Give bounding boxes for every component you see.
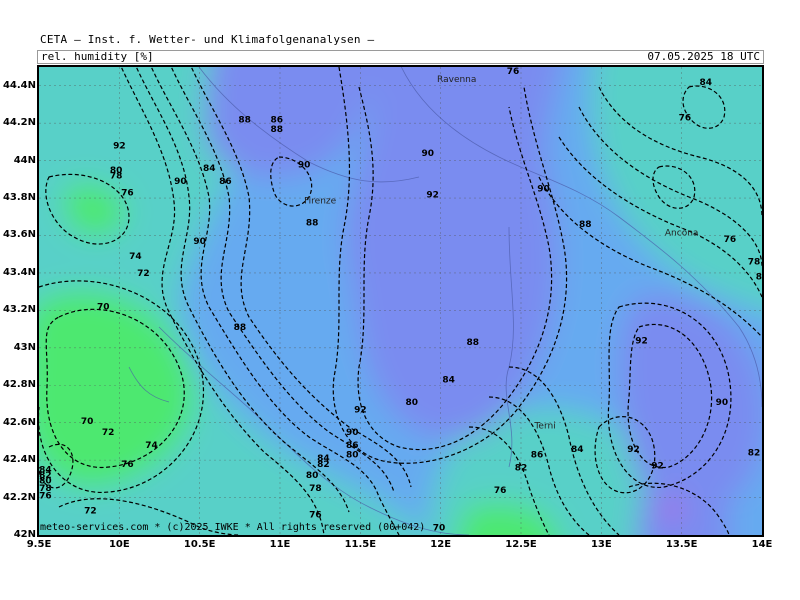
contour-label-88: 88 — [579, 220, 592, 230]
city-label-firenze: Firenze — [304, 197, 336, 207]
contour-label-80: 80 — [756, 273, 762, 283]
contour-label-86: 86 — [219, 177, 232, 187]
contour-label-92: 92 — [635, 336, 648, 346]
source-title: CETA — Inst. f. Wetter- und Klimafolgena… — [40, 33, 375, 46]
contour-label-80: 80 — [346, 451, 359, 461]
lon-tick-label: 10E — [108, 539, 130, 550]
contour-label-88: 88 — [238, 115, 251, 125]
lat-tick-label: 42.2N — [2, 491, 36, 503]
contour-label-84: 84 — [571, 445, 584, 455]
info-bar: rel. humidity [%] 07.05.2025 18 UTC — [37, 50, 764, 64]
contour-label-90: 90 — [298, 160, 311, 170]
contour-label-78: 78 — [309, 484, 322, 494]
valid-time: 07.05.2025 18 UTC — [647, 50, 760, 63]
contour-label-74: 74 — [129, 252, 142, 262]
contour-label-72: 72 — [102, 428, 115, 438]
lat-tick-label: 44.4N — [2, 79, 36, 91]
lat-tick-label: 43.8N — [2, 192, 36, 204]
contour-label-90: 90 — [422, 149, 435, 159]
contour-label-82: 82 — [515, 464, 528, 474]
contour-label-92: 92 — [627, 445, 640, 455]
lon-tick-label: 11E — [269, 539, 291, 550]
contour-label-82: 82 — [317, 460, 330, 470]
contour-label-76: 76 — [724, 235, 737, 245]
contour-label-76: 76 — [494, 486, 507, 496]
city-label-ancona: Ancona — [665, 228, 699, 238]
lat-tick-label: 44N — [13, 154, 36, 166]
contour-label-76: 76 — [121, 460, 134, 470]
contour-label-72: 72 — [84, 507, 97, 517]
lon-tick-label: 11.5E — [344, 539, 377, 550]
lon-tick-label: 12.5E — [505, 539, 537, 550]
contour-label-84: 84 — [700, 78, 713, 88]
contour-label-76: 76 — [309, 510, 322, 520]
lat-tick-label: 42.4N — [2, 454, 36, 466]
lat-tick-label: 43.2N — [2, 304, 36, 316]
lat-tick-label: 43N — [13, 341, 36, 353]
humidity-map[interactable]: 76 84 76 88 86 88 92 90 90 80 78 84 86 90 76 90 92 88 88 76… — [37, 65, 764, 537]
city-label-ravenna: Ravenna — [437, 75, 476, 85]
contour-label-76: 76 — [39, 492, 52, 502]
contour-label-92: 92 — [113, 142, 126, 152]
contour-label-88: 88 — [271, 125, 284, 135]
contour-label-76: 76 — [121, 188, 134, 198]
contour-label-80: 80 — [405, 398, 418, 408]
city-label-terni: Terni — [533, 421, 555, 431]
contour-label-90: 90 — [193, 237, 206, 247]
lat-tick-label: 43.4N — [2, 266, 36, 278]
contour-label-78: 78 — [110, 172, 123, 182]
contour-label-74: 74 — [145, 441, 158, 451]
contour-label-92: 92 — [651, 462, 664, 472]
contour-label-76: 76 — [679, 114, 692, 124]
lat-tick-label: 43.6N — [2, 229, 36, 241]
contour-label-84: 84 — [442, 376, 455, 386]
contour-label-80: 80 — [306, 471, 319, 481]
map-canvas: 76847688 8688929090807884869076 909288 8876… — [39, 67, 762, 535]
contour-label-84: 84 — [203, 164, 216, 174]
contour-label-90: 90 — [537, 185, 550, 195]
contour-label-70: 70 — [81, 417, 94, 427]
contour-label-90: 90 — [174, 177, 187, 187]
lon-tick-label: 13.5E — [665, 539, 698, 550]
lon-tick-label: 13E — [590, 539, 612, 550]
lon-tick-label: 12E — [430, 539, 452, 550]
lon-tick-label: 10.5E — [183, 539, 216, 550]
contour-label-92: 92 — [354, 406, 367, 416]
lat-tick-label: 42.8N — [2, 379, 36, 391]
copyright-credit: meteo-services.com * (c)2025 IWKE * All … — [40, 522, 426, 533]
contour-label-90: 90 — [346, 428, 359, 438]
lon-tick-label: 9.5E — [26, 539, 52, 550]
contour-label-92: 92 — [426, 190, 439, 200]
lat-tick-label: 42.6N — [2, 416, 36, 428]
contour-label-88: 88 — [467, 338, 480, 348]
variable-label: rel. humidity [%] — [41, 50, 154, 63]
contour-label-88: 88 — [234, 323, 247, 333]
contour-label-82: 82 — [748, 449, 761, 459]
lat-tick-label: 44.2N — [2, 117, 36, 129]
contour-label-86: 86 — [531, 451, 544, 461]
lat-tick-label: 42N — [13, 529, 36, 540]
lon-tick-label: 14E — [751, 539, 773, 550]
contour-label-70: 70 — [433, 524, 446, 534]
contour-label-90: 90 — [716, 398, 729, 408]
contour-label-76: 76 — [507, 67, 520, 77]
contour-label-72: 72 — [137, 269, 150, 279]
contour-label-88: 88 — [306, 218, 319, 228]
contour-label-78: 78 — [748, 258, 761, 268]
contour-label-70: 70 — [97, 303, 110, 313]
